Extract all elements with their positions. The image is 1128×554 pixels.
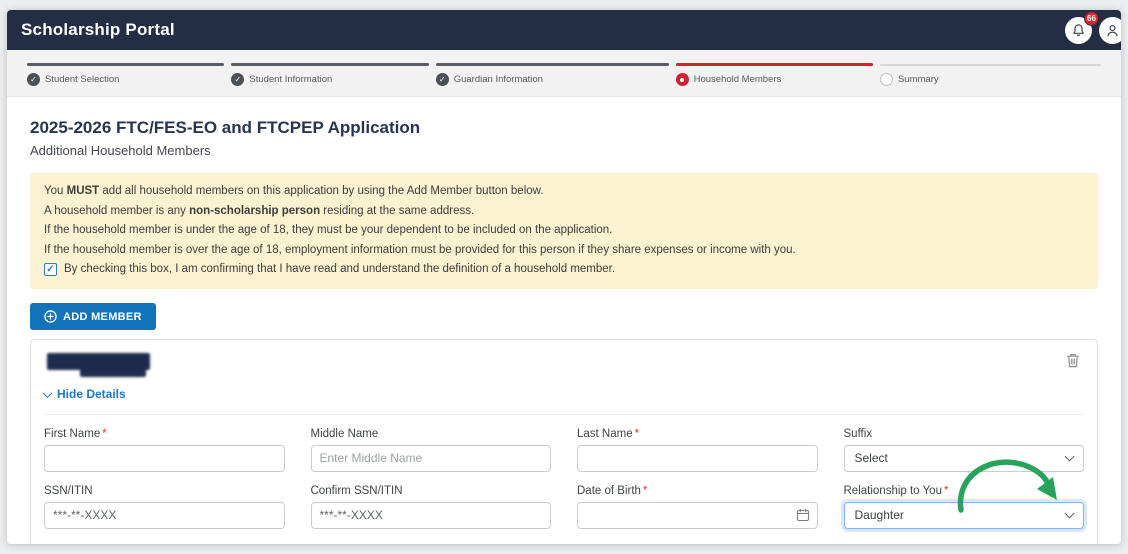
member-form: First Name* Middle Name Last Name* Suffi… bbox=[44, 414, 1084, 529]
check-circle-icon: ✓ bbox=[436, 73, 449, 86]
field-ssn: SSN/ITIN bbox=[44, 485, 285, 529]
notice-line: You MUST add all household members on th… bbox=[44, 185, 1084, 198]
check-circle-icon: ✓ bbox=[27, 73, 40, 86]
step-line bbox=[880, 64, 1101, 66]
empty-step-icon bbox=[880, 73, 893, 86]
plus-circle-icon bbox=[44, 310, 57, 323]
confirm-ssn-input[interactable] bbox=[311, 502, 552, 529]
definition-checkbox[interactable]: ✓ bbox=[44, 263, 57, 276]
relationship-select[interactable]: Daughter bbox=[844, 502, 1085, 529]
chevron-down-icon bbox=[1065, 509, 1075, 519]
chevron-down-icon bbox=[1065, 452, 1075, 462]
step-line bbox=[436, 63, 669, 66]
account-button[interactable] bbox=[1099, 17, 1121, 44]
app-title: Scholarship Portal bbox=[21, 20, 1065, 40]
step-guardian-information[interactable]: ✓ Guardian Information bbox=[436, 63, 669, 86]
chevron-down-icon bbox=[43, 388, 53, 398]
notifications-button[interactable]: 66 bbox=[1065, 17, 1092, 44]
member-name-redacted bbox=[44, 353, 164, 377]
notice-line: A household member is any non-scholarshi… bbox=[44, 205, 1084, 218]
step-student-selection[interactable]: ✓ Student Selection bbox=[27, 63, 224, 86]
field-middle-name: Middle Name bbox=[311, 428, 552, 472]
suffix-value: Select bbox=[855, 451, 888, 465]
dob-input[interactable] bbox=[577, 502, 818, 529]
app-window: Scholarship Portal 66 ✓ bbox=[7, 10, 1121, 544]
trash-icon bbox=[1065, 352, 1081, 369]
field-label: Date of Birth* bbox=[577, 485, 818, 497]
field-label: SSN/ITIN bbox=[44, 485, 285, 497]
hide-details-label: Hide Details bbox=[57, 387, 126, 401]
step-student-information[interactable]: ✓ Student Information bbox=[231, 63, 428, 86]
person-icon bbox=[1105, 23, 1120, 38]
field-confirm-ssn: Confirm SSN/ITIN bbox=[311, 485, 552, 529]
field-dob: Date of Birth* bbox=[577, 485, 818, 529]
app-header: Scholarship Portal 66 bbox=[7, 10, 1121, 50]
delete-member-button[interactable] bbox=[1063, 350, 1083, 374]
screen: Scholarship Portal 66 ✓ bbox=[0, 0, 1128, 554]
step-label: Summary bbox=[898, 74, 939, 85]
step-label: Student Selection bbox=[45, 74, 119, 85]
field-relationship: Relationship to You* Daughter bbox=[844, 485, 1085, 529]
notification-badge: 66 bbox=[1084, 11, 1099, 26]
field-label: First Name* bbox=[44, 428, 285, 440]
step-label: Student Information bbox=[249, 74, 332, 85]
household-member-card: Hide Details First Name* bbox=[30, 339, 1098, 544]
hide-details-toggle[interactable]: Hide Details bbox=[44, 387, 126, 401]
notice-line: If the household member is under the age… bbox=[44, 224, 1084, 237]
bell-icon bbox=[1071, 23, 1086, 38]
suffix-select[interactable]: Select bbox=[844, 445, 1085, 472]
definition-checkbox-label: By checking this box, I am confirming th… bbox=[64, 263, 615, 276]
step-household-members[interactable]: Household Members bbox=[676, 63, 873, 86]
household-member-notice: You MUST add all household members on th… bbox=[30, 173, 1098, 289]
field-label: Confirm SSN/ITIN bbox=[311, 485, 552, 497]
step-label: Guardian Information bbox=[454, 74, 543, 85]
step-summary[interactable]: Summary bbox=[880, 63, 1101, 86]
step-line bbox=[676, 63, 873, 66]
check-circle-icon: ✓ bbox=[231, 73, 244, 86]
step-line bbox=[27, 63, 224, 66]
field-suffix: Suffix Select bbox=[844, 428, 1085, 472]
ssn-input[interactable] bbox=[44, 502, 285, 529]
step-line bbox=[231, 63, 428, 66]
page-subtitle: Additional Household Members bbox=[30, 143, 1098, 158]
field-label: Suffix bbox=[844, 428, 1085, 440]
active-step-icon bbox=[676, 73, 689, 86]
relationship-value: Daughter bbox=[855, 508, 904, 522]
add-member-button[interactable]: ADD MEMBER bbox=[30, 303, 156, 330]
field-first-name: First Name* bbox=[44, 428, 285, 472]
progress-stepper: ✓ Student Selection ✓ Student Informatio… bbox=[7, 50, 1121, 97]
step-label: Household Members bbox=[694, 74, 782, 85]
field-label: Middle Name bbox=[311, 428, 552, 440]
page-title: 2025-2026 FTC/FES-EO and FTCPEP Applicat… bbox=[30, 118, 1098, 138]
field-label: Last Name* bbox=[577, 428, 818, 440]
definition-confirm-row: ✓ By checking this box, I am confirming … bbox=[44, 263, 1084, 276]
add-member-label: ADD MEMBER bbox=[63, 311, 142, 323]
field-last-name: Last Name* bbox=[577, 428, 818, 472]
last-name-input[interactable] bbox=[577, 445, 818, 472]
main-content: 2025-2026 FTC/FES-EO and FTCPEP Applicat… bbox=[7, 118, 1121, 544]
middle-name-input[interactable] bbox=[311, 445, 552, 472]
field-label: Relationship to You* bbox=[844, 485, 1085, 497]
notice-line: If the household member is over the age … bbox=[44, 244, 1084, 257]
first-name-input[interactable] bbox=[44, 445, 285, 472]
